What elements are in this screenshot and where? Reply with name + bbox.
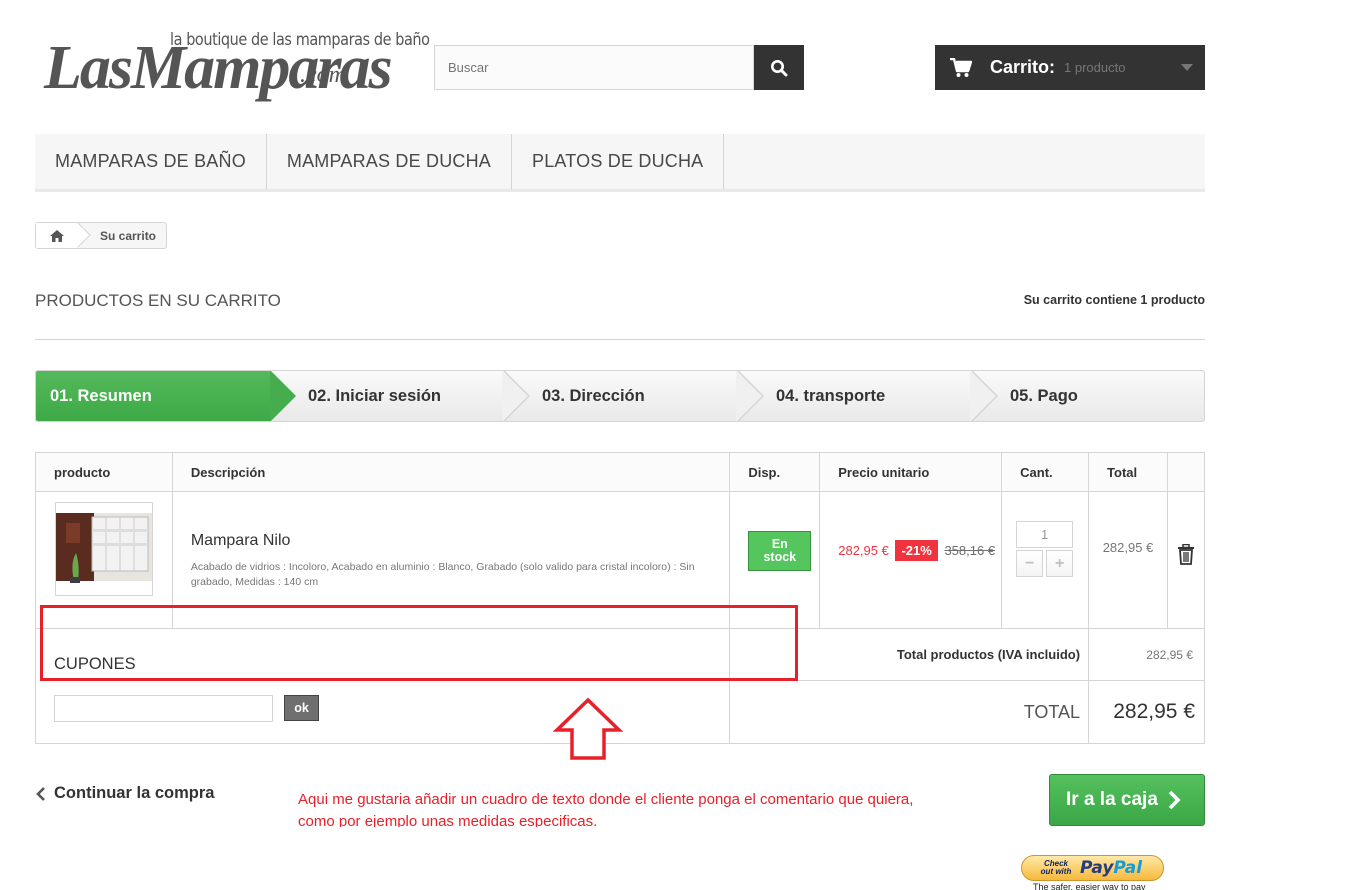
step-iniciar-sesion[interactable]: 02. Iniciar sesión (294, 371, 504, 421)
column-header: Precio unitario (819, 452, 1003, 492)
breadcrumb-current: Su carrito (100, 228, 157, 243)
heading-divider (35, 339, 1205, 340)
coupon-code-input[interactable] (54, 695, 273, 722)
step-arrow (736, 371, 762, 421)
total-products-value: 282,95 € (1088, 628, 1205, 681)
step-pago[interactable]: 05. Pago (996, 371, 1196, 421)
annotation-text: Aqui me gustaria añadir un cuadro de tex… (298, 789, 998, 827)
menu-item-mamparas-de-bano[interactable]: MAMPARAS DE BAÑO (35, 134, 267, 189)
step-label: 05. Pago (1010, 386, 1078, 405)
column-header: Cant. (1001, 452, 1090, 492)
step-label: 04. transporte (776, 386, 886, 405)
step-label: 02. Iniciar sesión (308, 386, 441, 405)
checkout-steps: 01. Resumen 02. Iniciar sesión 03. Direc… (35, 370, 1205, 422)
annotation-line-1: Aqui me gustaria añadir un cuadro de tex… (298, 791, 914, 808)
menu-item-mamparas-de-ducha[interactable]: MAMPARAS DE DUCHA (267, 134, 512, 189)
product-image[interactable] (55, 502, 153, 596)
logo-suffix: .com (300, 62, 346, 88)
paypal-brand-pal: Pal (1113, 858, 1143, 878)
annotation-line-2: como por ejemplo unas medidas especifica… (298, 813, 598, 827)
paypal-brand-pay: Pay (1080, 858, 1114, 878)
quantity-increase-button[interactable]: + (1046, 550, 1074, 577)
paypal-checkout-button[interactable]: Check out with PayPal (1021, 855, 1164, 881)
step-label: 01. Resumen (50, 386, 152, 405)
step-arrow (970, 371, 996, 421)
grand-total-value: 282,95 € (1088, 680, 1205, 744)
paypal-checkout-text: Check out with (1040, 859, 1072, 876)
shopping-cart-icon (950, 57, 972, 77)
step-resumen[interactable]: 01. Resumen (36, 371, 270, 421)
paypal-logo: PayPal (1080, 858, 1142, 878)
product-attributes: Acabado de vidrios : Incoloro, Acabado e… (190, 561, 695, 588)
chevron-left-icon (36, 786, 45, 801)
breadcrumb-home[interactable] (36, 223, 78, 248)
cart-dropdown[interactable]: Carrito: 1 producto (935, 45, 1205, 90)
page-title: PRODUCTOS EN SU CARRITO (35, 291, 281, 310)
step-direccion[interactable]: 03. Dirección (528, 371, 738, 421)
column-header: Total (1088, 452, 1168, 492)
annotation-arrow-up-icon (553, 697, 623, 760)
product-thumbnail (56, 513, 152, 583)
search-button[interactable] (754, 45, 804, 90)
paypal-tagline: The safer, easier way to pay (1033, 882, 1146, 890)
column-header (1166, 452, 1206, 492)
search-input[interactable] (434, 45, 754, 90)
checkout-label: Ir a la caja (1066, 789, 1158, 810)
column-header: producto (35, 452, 173, 492)
column-header: Disp. (729, 452, 821, 492)
discount-badge: -21% (895, 539, 938, 561)
step-transporte[interactable]: 04. transporte (762, 371, 972, 421)
cart-summary-text: Su carrito contiene 1 producto (1023, 293, 1205, 307)
step-arrow (270, 371, 296, 421)
quantity-decrease-button[interactable]: − (1016, 550, 1044, 577)
menu-item-platos-de-ducha[interactable]: PLATOS DE DUCHA (512, 134, 725, 189)
chevron-right-icon (1168, 790, 1181, 810)
stock-label-2: stock (763, 550, 797, 564)
line-total: 282,95 € (1102, 540, 1154, 555)
quantity-input[interactable] (1016, 521, 1074, 548)
checkout-button[interactable]: Ir a la caja (1049, 774, 1205, 826)
unit-price: 282,95 € (838, 542, 889, 558)
main-menu: MAMPARAS DE BAÑO MAMPARAS DE DUCHA PLATO… (35, 134, 1205, 192)
step-label: 03. Dirección (542, 386, 645, 405)
stock-badge: En stock (748, 531, 812, 571)
home-icon (50, 229, 64, 242)
continue-shopping-label: Continuar la compra (54, 784, 215, 802)
stock-label-1: En (771, 537, 788, 551)
cart-label: Carrito: (990, 57, 1056, 77)
product-name[interactable]: Mampara Nilo (191, 532, 711, 550)
annotation-highlight-box (40, 605, 798, 681)
breadcrumb: Su carrito (35, 222, 168, 249)
table-header-row: producto Descripción Disp. Precio unitar… (35, 452, 1206, 492)
continue-shopping-link[interactable]: Continuar la compra (35, 784, 214, 803)
grand-total-label: TOTAL (729, 680, 1090, 744)
old-price: 358,16 € (944, 542, 996, 558)
cart-count: 1 producto (1064, 60, 1126, 75)
step-arrow (502, 371, 528, 421)
trash-icon[interactable] (1177, 543, 1195, 565)
column-header: Descripción (171, 452, 731, 492)
coupon-ok-button[interactable]: ok (284, 695, 319, 721)
search-icon (771, 59, 788, 76)
chevron-down-icon (1181, 64, 1193, 71)
